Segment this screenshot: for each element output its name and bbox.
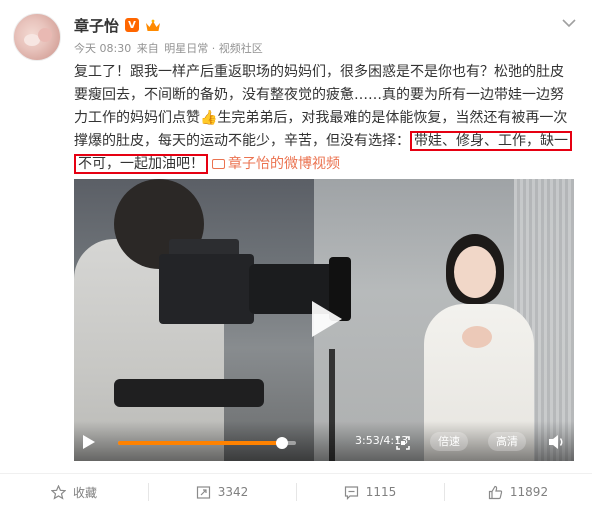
avatar[interactable] — [13, 13, 61, 61]
play-icon[interactable] — [300, 295, 348, 343]
like-count: 11892 — [509, 485, 549, 499]
author-name[interactable]: 章子怡 — [74, 15, 119, 36]
post-text: 复工了！跟我一样产后重返职场的妈妈们，很多困惑是不是你也有？松弛的肚皮要瘦回去，… — [74, 61, 574, 176]
fullscreen-icon[interactable] — [396, 435, 410, 450]
progress-bar[interactable] — [118, 437, 296, 449]
video-frame-belt — [114, 379, 264, 407]
volume-icon[interactable] — [548, 434, 566, 450]
like-button[interactable]: 11892 — [444, 474, 592, 510]
video-link-label: 章子怡的微博视频 — [228, 156, 340, 172]
video-link-icon — [212, 159, 225, 169]
comment-button[interactable]: 1115 — [296, 474, 444, 510]
repost-count: 3342 — [217, 485, 249, 499]
video-frame-face — [454, 246, 496, 298]
post-time[interactable]: 今天 08:30 — [74, 42, 131, 55]
post-actions: 收藏 3342 1115 11892 — [0, 473, 592, 510]
comment-count: 1115 — [365, 485, 397, 499]
author-row: 章子怡 V — [74, 15, 161, 35]
vip-icon[interactable]: V — [125, 18, 140, 32]
post-source-prefix: 来自 — [136, 42, 159, 55]
crown-icon[interactable] — [145, 18, 161, 32]
repost-icon — [196, 485, 210, 499]
post-meta: 今天 08:30 来自 明星日常 · 视频社区 — [74, 40, 265, 56]
post-source[interactable]: 明星日常 · 视频社区 — [164, 42, 263, 55]
speed-button[interactable]: 倍速 — [430, 432, 468, 451]
progress-fill — [118, 441, 282, 445]
video-link[interactable]: 章子怡的微博视频 — [212, 156, 340, 172]
highlight-text-1: 带娃、修身、工作，缺一 — [410, 131, 572, 151]
video-controls: 3:53/4:13 倍速 高清 — [74, 421, 574, 461]
star-icon — [50, 484, 66, 500]
like-icon — [488, 485, 503, 499]
weibo-post-card: 章子怡 V 今天 08:30 来自 明星日常 · 视频社区 复工了！跟我一样产后… — [0, 0, 592, 510]
comment-icon — [344, 485, 358, 500]
video-frame-camera-body — [159, 254, 254, 324]
video-player[interactable]: 3:53/4:13 倍速 高清 — [74, 179, 574, 461]
play-icon[interactable] — [82, 434, 96, 450]
progress-knob[interactable] — [275, 437, 288, 449]
highlight-text-2: 不可，一起加油吧！ — [74, 154, 208, 174]
favorite-button[interactable]: 收藏 — [0, 474, 148, 510]
repost-button[interactable]: 3342 — [148, 474, 296, 510]
video-frame-hands — [462, 326, 492, 348]
chevron-down-icon[interactable] — [560, 14, 578, 32]
avatar-image-detail — [38, 28, 52, 42]
favorite-label: 收藏 — [72, 485, 97, 500]
quality-button[interactable]: 高清 — [488, 432, 526, 451]
